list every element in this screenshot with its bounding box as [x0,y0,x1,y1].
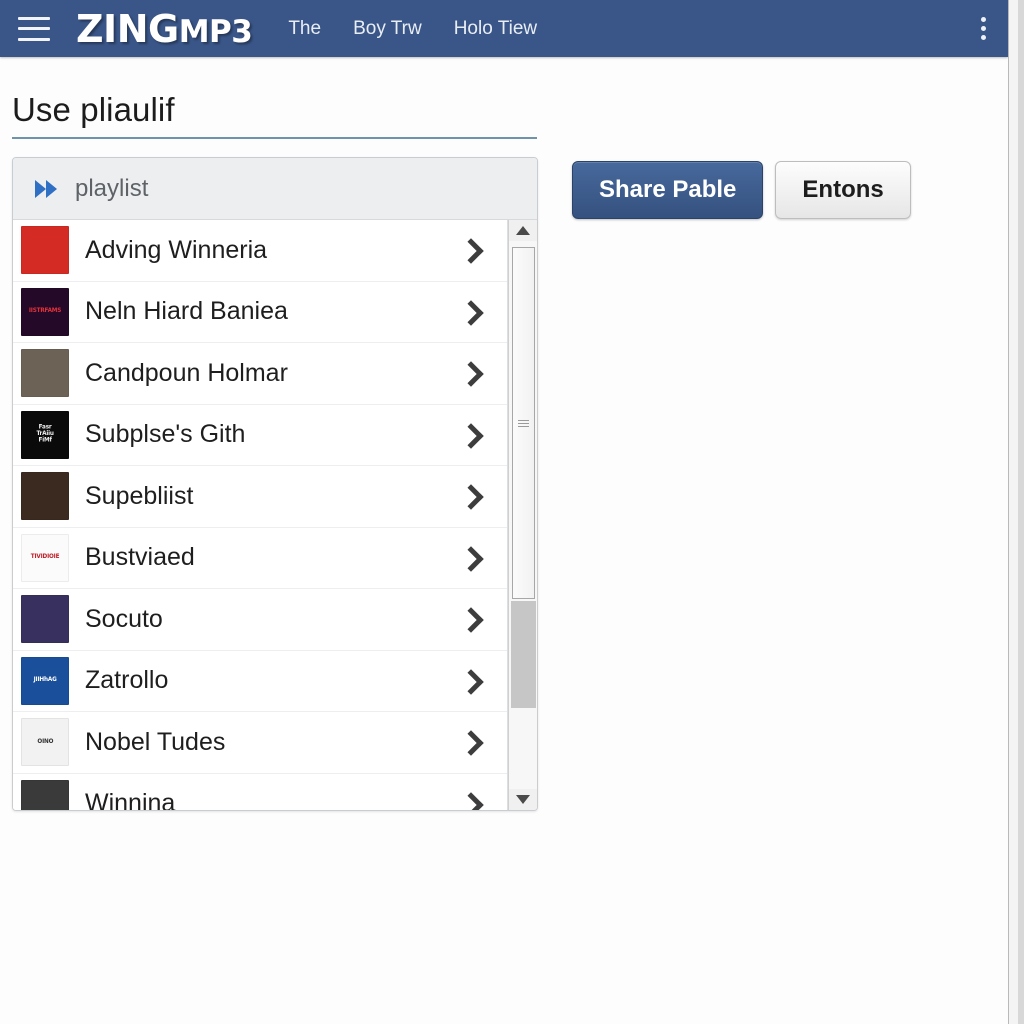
song-thumbnail-text: JIIHhAG [33,676,57,684]
scroll-up-arrow-icon[interactable] [509,220,537,241]
chevron-right-icon[interactable] [459,791,481,810]
chevron-right-icon[interactable] [459,729,481,755]
top-navigation-bar: ZINGMP3 The Boy Trw Holo Tiew [0,0,1008,57]
brand-logo-secondary: MP3 [178,13,253,50]
song-thumbnail: JIIHhAG [21,656,69,705]
song-thumbnail [21,472,69,521]
hamburger-bar [18,16,50,20]
song-thumbnail-text: IISTRFAMS [28,307,62,315]
share-pable-button[interactable]: Share Pable [572,161,764,219]
chevron-right-icon[interactable] [459,422,481,448]
song-thumbnail: Fasr TrAiiu FiMf [21,410,69,459]
scroll-thumb-grip-icon [518,418,529,429]
song-row[interactable]: Candpoun Holmar [13,343,507,405]
fast-forward-icon [35,179,61,198]
playlist-panel: playlist Adving Winneria IISTRFAMS Neln Hi… [12,157,538,811]
song-thumbnail-text: OINO [37,738,53,745]
workspace: playlist Adving Winneria IISTRFAMS Neln Hi… [12,157,1008,811]
app-root: ZINGMP3 The Boy Trw Holo Tiew Use pliaul… [0,0,1024,1024]
chevron-right-icon[interactable] [459,299,481,325]
window-right-edge [1008,0,1024,1024]
scroll-down-arrow-icon[interactable] [509,789,537,810]
scrollbar-track[interactable] [509,241,537,789]
entons-button[interactable]: Entons [775,161,911,219]
song-title: Winnina [85,789,176,810]
song-title: Adving Winneria [85,235,268,264]
song-row[interactable]: TIVIDIOIE Bustviaed [13,527,507,589]
nav-item-the[interactable]: The [286,14,323,44]
hamburger-menu-icon[interactable] [18,16,50,41]
song-title: Socuto [85,604,163,633]
chevron-right-icon[interactable] [459,545,481,571]
chevron-right-icon[interactable] [459,483,481,509]
chevron-right-icon[interactable] [459,360,481,386]
page-content: Use pliaulif playlist Adving Winneria IIS… [0,57,1008,1024]
scroll-up-triangle [516,226,530,235]
nav-item-holo-tiew[interactable]: Holo Tiew [452,14,539,44]
kebab-menu-icon[interactable] [972,14,994,44]
song-thumbnail: OINO [21,718,69,767]
song-thumbnail: IISTRFAMS [21,287,69,336]
song-title: Subplse's Gith [85,420,246,449]
scrollbar-thumb[interactable] [512,247,535,599]
song-title: Supebliist [85,481,194,510]
song-title: Nobel Tudes [85,727,226,756]
song-row[interactable]: Fasr TrAiiu FiMf Subplse's Gith [13,404,507,466]
song-row[interactable]: OINO Nobel Tudes [13,712,507,774]
song-row[interactable]: Socuto [13,589,507,651]
song-thumbnail-text: Fasr TrAiiu FiMf [36,423,54,444]
playlist-list-area: Adving Winneria IISTRFAMS Neln Hiard Banie… [13,220,537,810]
song-row[interactable]: IISTRFAMS Neln Hiard Baniea [13,281,507,343]
playlist-header-label: playlist [75,174,149,202]
hamburger-bar [18,37,50,41]
song-thumbnail: TIVIDIOIE [21,533,69,582]
song-row[interactable]: Winnina [13,773,507,810]
song-thumbnail-text: TIVIDIOIE [30,553,60,561]
nav-item-boy-trw[interactable]: Boy Trw [351,14,424,44]
brand-logo[interactable]: ZINGMP3 [76,6,253,51]
nav-links: The Boy Trw Holo Tiew [286,14,539,44]
song-row[interactable]: Adving Winneria [13,220,507,282]
kebab-dot [980,26,986,31]
page-title: Use pliaulif [12,91,537,139]
chevron-right-icon[interactable] [459,606,481,632]
playlist-header: playlist [13,158,537,220]
brand-logo-primary: ZING [76,6,179,51]
chevron-right-icon[interactable] [459,668,481,694]
song-list[interactable]: Adving Winneria IISTRFAMS Neln Hiard Banie… [13,220,508,810]
playlist-scrollbar[interactable] [508,220,537,810]
song-row[interactable]: Supebliist [13,466,507,528]
song-title: Neln Hiard Baniea [85,297,288,326]
scrollbar-track-lower[interactable] [511,601,536,708]
song-thumbnail [21,779,69,810]
action-buttons: Share Pable Entons [572,161,911,219]
song-row[interactable]: JIIHhAG Zatrollo [13,650,507,712]
kebab-dot [980,35,986,40]
song-title: Zatrollo [85,666,169,695]
song-thumbnail [21,595,69,644]
window-right-edge-inner [1009,0,1018,1024]
scroll-down-triangle [516,795,530,804]
hamburger-bar [18,27,50,30]
song-title: Bustviaed [85,543,195,572]
chevron-right-icon[interactable] [459,237,481,263]
song-title: Candpoun Holmar [85,358,288,387]
song-thumbnail [21,226,69,275]
kebab-dot [980,17,986,22]
song-thumbnail [21,349,69,398]
